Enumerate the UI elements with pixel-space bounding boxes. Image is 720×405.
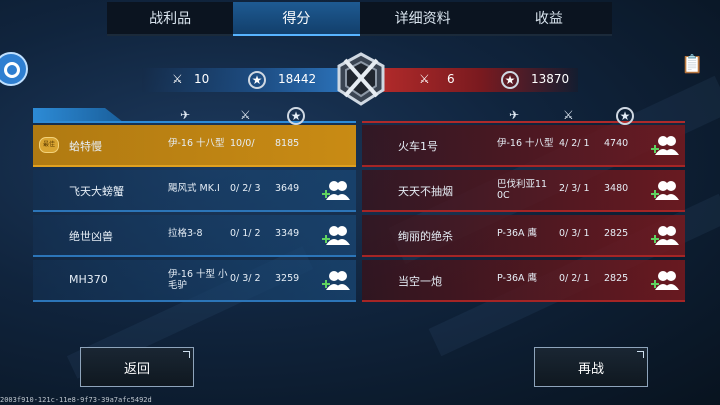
blue-player-row[interactable]: 最佳 蛤特慢 伊-16 十八型 10/0/ 8185 <box>33 125 356 167</box>
blue-team-tab <box>33 108 123 122</box>
player-score: 3259 <box>275 273 300 284</box>
blue-player-row[interactable]: 绝世凶兽 拉格3-8 0/ 1/ 2 3349 <box>33 215 356 257</box>
kill-death-assist: 0/ 2/ 1 <box>559 273 590 284</box>
best-player-badge: 最佳 <box>39 137 59 153</box>
red-player-row[interactable]: 绚丽的绝杀 P-36A 鹰 0/ 3/ 1 2825 <box>362 215 685 257</box>
plane-icon: ✈ <box>180 108 191 122</box>
kill-death-assist: 2/ 3/ 1 <box>559 183 590 194</box>
back-button[interactable]: 返回 <box>80 347 194 387</box>
player-name: 天天不抽烟 <box>398 185 453 198</box>
player-name: 当空一炮 <box>398 275 442 288</box>
plane-icon: ✈ <box>509 108 520 122</box>
player-score: 2825 <box>604 228 629 239</box>
blue-divider <box>33 121 356 123</box>
red-player-row[interactable]: 当空一炮 P-36A 鹰 0/ 2/ 1 2825 <box>362 260 685 302</box>
tab-bar: 战利品 得分 详细资料 收益 <box>107 2 612 36</box>
blue-team-total: ⚔ 10 ★ 18442 <box>142 68 339 92</box>
kill-death-assist: 0/ 3/ 1 <box>559 228 590 239</box>
plane-name: 拉格3-8 <box>168 228 203 239</box>
tab-loot[interactable]: 战利品 <box>107 2 234 36</box>
play-again-button[interactable]: 再战 <box>534 347 648 387</box>
star-medal-icon: ★ <box>248 71 266 89</box>
player-score: 4740 <box>604 138 629 149</box>
add-friend-icon[interactable] <box>650 268 680 292</box>
blue-score: 18442 <box>278 72 317 86</box>
tab-earnings[interactable]: 收益 <box>485 2 612 36</box>
sword-icon: ⚔ <box>172 72 183 86</box>
player-score: 3649 <box>275 183 300 194</box>
kill-death-assist: 10/0/ <box>230 138 255 149</box>
plane-name: P-36A 鹰 <box>497 273 538 284</box>
kill-death-assist: 0/ 3/ 2 <box>230 273 261 284</box>
kill-death-assist: 0/ 1/ 2 <box>230 228 261 239</box>
sword-icon: ⚔ <box>240 108 251 122</box>
star-medal-icon: ★ <box>287 107 305 125</box>
kill-death-assist: 4/ 2/ 1 <box>559 138 590 149</box>
red-score: 13870 <box>531 72 570 86</box>
player-name: 飞天大螃蟹 <box>69 185 124 198</box>
red-team-total: ⚔ 6 ★ 13870 <box>383 68 578 92</box>
add-friend-icon[interactable] <box>650 178 680 202</box>
player-name: 绚丽的绝杀 <box>398 230 453 243</box>
blue-kills: 10 <box>194 72 210 86</box>
plane-name: P-36A 鹰 <box>497 228 538 239</box>
plane-name: 伊-16 十型 小毛驴 <box>168 269 228 291</box>
clipboard-icon[interactable]: 📋 <box>681 55 703 75</box>
player-score: 3480 <box>604 183 629 194</box>
tab-score[interactable]: 得分 <box>233 2 360 36</box>
kill-death-assist: 0/ 2/ 3 <box>230 183 261 194</box>
add-friend-icon[interactable] <box>321 268 351 292</box>
star-medal-icon: ★ <box>501 71 519 89</box>
side-menu-button[interactable] <box>0 52 28 86</box>
player-name: 绝世凶兽 <box>69 230 113 243</box>
add-friend-icon[interactable] <box>650 133 680 157</box>
plane-name: 伊-16 十八型 <box>168 138 225 149</box>
player-name: 蛤特慢 <box>69 140 102 153</box>
player-name: 火车1号 <box>398 140 438 153</box>
player-score: 2825 <box>604 273 629 284</box>
plane-name: 飓风式 MK.I <box>168 183 220 194</box>
plane-name: 伊-16 十八型 <box>497 138 554 149</box>
crossed-swords-emblem <box>337 52 385 106</box>
blue-player-row[interactable]: 飞天大螃蟹 飓风式 MK.I 0/ 2/ 3 3649 <box>33 170 356 212</box>
add-friend-icon[interactable] <box>321 223 351 247</box>
red-player-row[interactable]: 天天不抽烟 巴伐利亚11 0C 2/ 3/ 1 3480 <box>362 170 685 212</box>
session-id: 2003f910-121c-11e8-9f73-39a7afc5492d <box>0 396 152 404</box>
player-score: 3349 <box>275 228 300 239</box>
add-friend-icon[interactable] <box>321 178 351 202</box>
tab-details[interactable]: 详细资料 <box>359 2 486 36</box>
red-kills: 6 <box>447 72 455 86</box>
red-player-row[interactable]: 火车1号 伊-16 十八型 4/ 2/ 1 4740 <box>362 125 685 167</box>
player-score: 8185 <box>275 138 300 149</box>
plane-name: 巴伐利亚11 0C <box>497 179 548 201</box>
star-medal-icon: ★ <box>616 107 634 125</box>
add-friend-icon[interactable] <box>650 223 680 247</box>
sword-icon: ⚔ <box>563 108 574 122</box>
player-name: MH370 <box>69 273 108 286</box>
blue-player-row[interactable]: MH370 伊-16 十型 小毛驴 0/ 3/ 2 3259 <box>33 260 356 302</box>
sword-icon: ⚔ <box>419 72 430 86</box>
red-divider <box>362 121 685 123</box>
